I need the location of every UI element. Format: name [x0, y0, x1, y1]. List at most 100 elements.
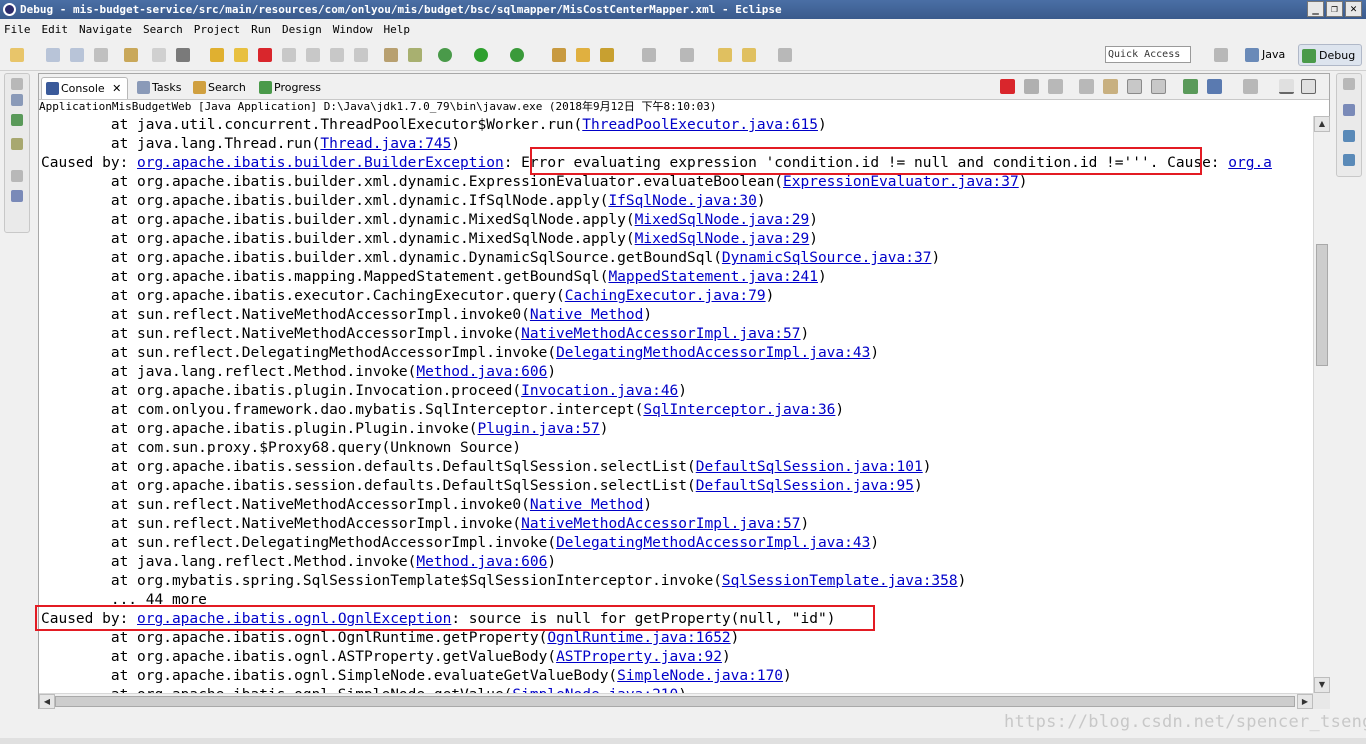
stack-trace-link[interactable]: Native Method [530, 497, 644, 513]
stack-trace-link[interactable]: MixedSqlNode.java:29 [635, 212, 810, 228]
stack-trace-link[interactable]: MixedSqlNode.java:29 [635, 231, 810, 247]
save-icon[interactable] [46, 48, 60, 62]
suspend-icon[interactable] [234, 48, 248, 62]
scroll-right-icon[interactable]: ▶ [1297, 694, 1313, 709]
menu-design[interactable]: Design [282, 23, 322, 36]
drop-to-frame-icon[interactable] [384, 48, 398, 62]
previous-annotation-icon[interactable] [680, 48, 694, 62]
horizontal-scroll-thumb[interactable] [55, 696, 1295, 707]
stack-trace-link[interactable]: DefaultSqlSession.java:95 [696, 478, 914, 494]
restore-icon[interactable] [11, 78, 23, 90]
remove-all-terminated-icon[interactable] [1048, 79, 1063, 94]
scroll-lock-icon[interactable] [1103, 79, 1118, 94]
variables-icon[interactable] [1343, 104, 1355, 116]
vertical-scroll-thumb[interactable] [1316, 244, 1328, 366]
stack-trace-link[interactable]: ExpressionEvaluator.java:37 [783, 174, 1019, 190]
stack-trace-link[interactable]: DefaultSqlSession.java:101 [696, 459, 923, 475]
perspective-java[interactable]: Java [1242, 44, 1291, 66]
stack-trace-link[interactable]: MappedStatement.java:241 [608, 269, 818, 285]
stack-trace-link[interactable]: ASTProperty.java:92 [556, 649, 722, 665]
stack-trace-link[interactable]: SqlSessionTemplate.java:358 [722, 573, 958, 589]
minimize-button[interactable]: _ [1307, 1, 1324, 17]
clear-console-icon[interactable] [1079, 79, 1094, 94]
display-console-icon[interactable] [1207, 79, 1222, 94]
stack-trace-link[interactable]: Method.java:606 [416, 364, 547, 380]
use-step-filters-icon[interactable] [408, 48, 422, 62]
show-on-output-icon[interactable] [1151, 79, 1166, 94]
tab-progress[interactable]: Progress [255, 77, 327, 99]
menu-run[interactable]: Run [251, 23, 271, 36]
open-perspective-icon[interactable] [1214, 48, 1228, 62]
new-java-project-icon[interactable] [552, 48, 566, 62]
stack-trace-link[interactable]: DelegatingMethodAccessorImpl.java:43 [556, 345, 870, 361]
stack-trace-link[interactable]: org.a [1228, 155, 1272, 171]
maximize-view-icon[interactable] [1301, 79, 1316, 94]
menu-file[interactable]: File [4, 23, 31, 36]
stack-trace-link[interactable]: SimpleNode.java:170 [617, 668, 783, 684]
stack-trace-link[interactable]: DelegatingMethodAccessorImpl.java:43 [556, 535, 870, 551]
debug-icon[interactable] [438, 48, 452, 62]
resume-icon[interactable] [210, 48, 224, 62]
word-wrap-icon[interactable] [1127, 79, 1142, 94]
scroll-up-icon[interactable]: ▲ [1314, 116, 1330, 132]
stack-trace-link[interactable]: org.apache.ibatis.builder.BuilderExcepti… [137, 155, 504, 171]
stack-trace-link[interactable]: SqlInterceptor.java:36 [643, 402, 835, 418]
last-edit-location-icon[interactable] [718, 48, 732, 62]
step-over-icon[interactable] [330, 48, 344, 62]
step-return-icon[interactable] [354, 48, 368, 62]
menu-edit[interactable]: Edit [42, 23, 69, 36]
debug-view-icon[interactable] [11, 94, 23, 106]
tab-search[interactable]: Search [189, 77, 252, 99]
perspective-debug[interactable]: Debug [1298, 44, 1363, 66]
scroll-left-icon[interactable]: ◀ [39, 694, 55, 709]
horizontal-scrollbar[interactable]: ◀ ▶ [39, 693, 1313, 709]
run-coverage-icon[interactable] [510, 48, 524, 62]
step-into-icon[interactable] [306, 48, 320, 62]
next-annotation-icon[interactable] [642, 48, 656, 62]
stack-trace-link[interactable]: IfSqlNode.java:30 [608, 193, 756, 209]
skip-all-breakpoints-icon[interactable] [176, 48, 190, 62]
stack-trace-link[interactable]: NativeMethodAccessorImpl.java:57 [521, 326, 800, 342]
expressions-icon[interactable] [1343, 154, 1355, 166]
stack-trace-link[interactable]: Native Method [530, 307, 644, 323]
restore-icon-3[interactable] [1343, 78, 1355, 90]
disconnect-icon[interactable] [282, 48, 296, 62]
restore-button[interactable]: ❐ [1326, 1, 1343, 17]
close-button[interactable]: ✕ [1345, 1, 1362, 17]
vertical-scrollbar[interactable]: ▲ ▼ [1313, 116, 1330, 693]
tasks-icon[interactable] [11, 138, 23, 150]
close-icon[interactable]: ✕ [112, 82, 121, 95]
tab-console[interactable]: Console ✕ [41, 77, 129, 99]
remove-launch-icon[interactable] [1024, 79, 1039, 94]
menu-project[interactable]: Project [194, 23, 240, 36]
stack-trace-link[interactable]: Thread.java:745 [320, 136, 451, 152]
quick-access-input[interactable]: Quick Access [1105, 46, 1191, 63]
stack-trace-link[interactable]: NativeMethodAccessorImpl.java:57 [521, 516, 800, 532]
stack-trace-link[interactable]: DynamicSqlSource.java:37 [722, 250, 932, 266]
open-console-icon[interactable] [1243, 79, 1258, 94]
menu-window[interactable]: Window [333, 23, 373, 36]
external-tools-icon[interactable] [152, 48, 166, 62]
stack-trace-link[interactable]: Invocation.java:46 [521, 383, 678, 399]
forward-icon[interactable] [778, 48, 792, 62]
breakpoints-icon[interactable] [1343, 130, 1355, 142]
menu-navigate[interactable]: Navigate [79, 23, 132, 36]
stack-trace-link[interactable]: CachingExecutor.java:79 [565, 288, 766, 304]
stack-trace-link[interactable]: ThreadPoolExecutor.java:615 [582, 117, 818, 133]
save-all-icon[interactable] [70, 48, 84, 62]
restore-icon-2[interactable] [11, 170, 23, 182]
menu-help[interactable]: Help [383, 23, 410, 36]
tab-tasks[interactable]: Tasks [133, 77, 187, 99]
stack-trace-link[interactable]: Plugin.java:57 [478, 421, 600, 437]
servers-icon[interactable] [11, 114, 23, 126]
minimize-view-icon[interactable] [1279, 79, 1294, 94]
stack-trace-link[interactable]: Method.java:606 [416, 554, 547, 570]
scroll-down-icon[interactable]: ▼ [1314, 677, 1330, 693]
back-icon[interactable] [742, 48, 756, 62]
skip-breakpoints-icon[interactable] [124, 48, 138, 62]
terminate-icon[interactable] [258, 48, 272, 62]
print-icon[interactable] [94, 48, 108, 62]
open-task-icon[interactable] [600, 48, 614, 62]
new-icon[interactable] [10, 48, 24, 62]
menu-search[interactable]: Search [143, 23, 183, 36]
